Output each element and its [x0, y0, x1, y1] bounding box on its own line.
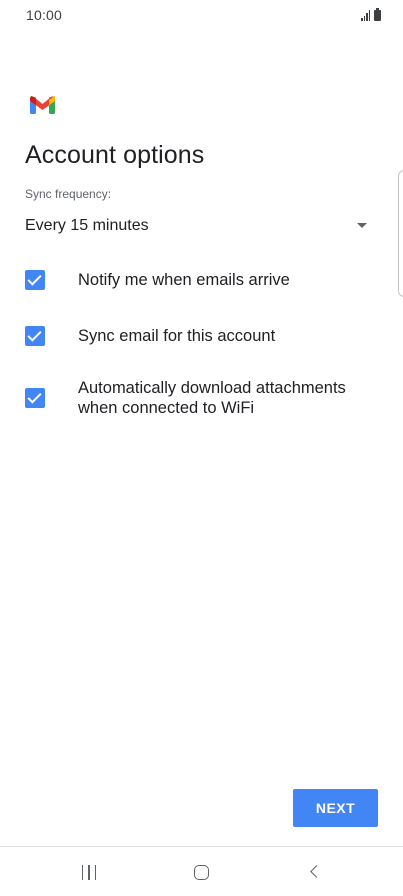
sync-frequency-value: Every 15 minutes: [25, 217, 149, 234]
next-button[interactable]: NEXT: [293, 789, 378, 827]
sync-frequency-label: Sync frequency:: [25, 187, 112, 201]
status-icons: [361, 8, 381, 21]
scroll-indicator[interactable]: [398, 170, 403, 297]
checkbox-download-attachments[interactable]: [25, 388, 45, 408]
back-icon[interactable]: [300, 861, 330, 883]
option-label-notify: Notify me when emails arrive: [78, 271, 290, 289]
checkbox-sync[interactable]: [25, 326, 45, 346]
option-label-sync: Sync email for this account: [78, 327, 276, 345]
status-bar: 10:00: [0, 0, 403, 32]
home-icon[interactable]: [187, 861, 217, 883]
checkbox-notify[interactable]: [25, 270, 45, 290]
status-time: 10:00: [26, 7, 63, 23]
recents-icon[interactable]: [74, 861, 104, 883]
gmail-logo-icon: [30, 95, 55, 114]
navigation-bar: [0, 846, 403, 896]
sync-frequency-select[interactable]: Every 15 minutes: [25, 213, 371, 241]
dropdown-arrow-icon: [357, 223, 367, 228]
option-sync[interactable]: Sync email for this account: [25, 326, 375, 348]
option-label-download-attachments: Automatically download attachments when …: [78, 379, 346, 417]
option-download-attachments[interactable]: Automatically download attachments when …: [25, 378, 375, 420]
signal-icon: [361, 10, 370, 21]
option-notify[interactable]: Notify me when emails arrive: [25, 270, 375, 292]
page-title: Account options: [25, 141, 205, 169]
battery-icon: [374, 8, 381, 21]
